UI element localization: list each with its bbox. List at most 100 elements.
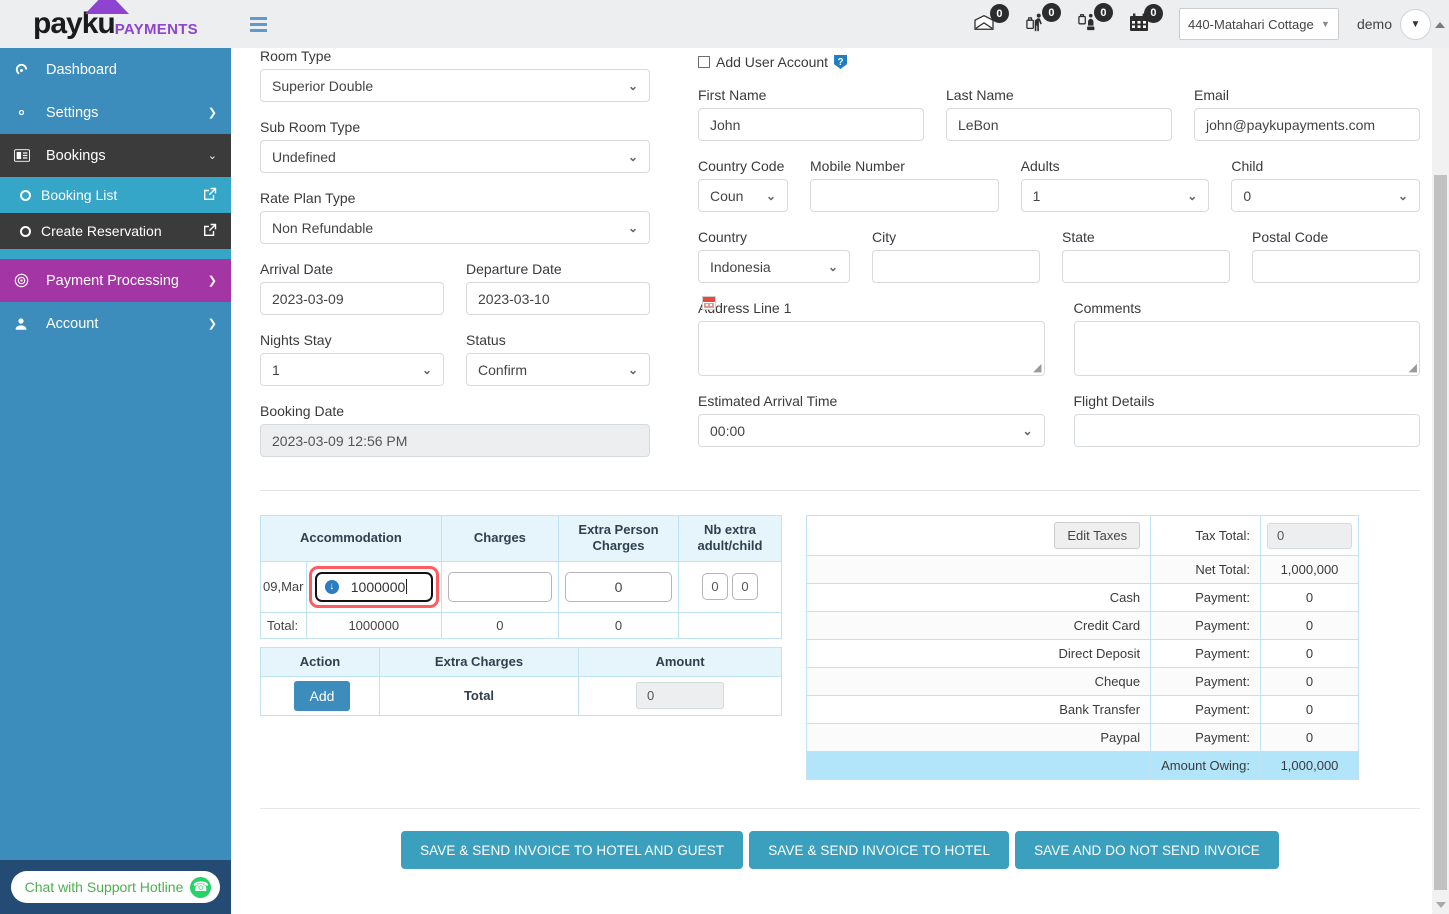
edit-taxes-cell: Edit Taxes	[805, 515, 1152, 556]
row-date-label: 09,Mar	[260, 560, 307, 613]
table-header-row: Accommodation Charges Extra Person Charg…	[260, 515, 783, 562]
nights-stay-select[interactable]: 1	[260, 353, 444, 386]
sub-room-type-select[interactable]: Undefined	[260, 140, 650, 173]
notification-arrivals[interactable]: 0	[1025, 3, 1061, 36]
totals-section: Accommodation Charges Extra Person Charg…	[260, 515, 1420, 780]
room-type-select[interactable]: Superior Double	[260, 69, 650, 102]
add-cell: Add	[293, 675, 380, 716]
first-name-value: John	[710, 116, 741, 133]
total-charges: 0	[440, 611, 560, 639]
chat-support-widget[interactable]: Chat with Support Hotline ☎	[0, 860, 231, 914]
brand-suffix: PAYMENTS	[114, 21, 198, 38]
add-user-account-checkbox[interactable]	[698, 56, 710, 68]
booking-date-label: Booking Date	[260, 403, 345, 419]
sidebar-item-create-reservation[interactable]: Create Reservation	[0, 213, 231, 249]
arrival-date-input[interactable]: 2023-03-09	[260, 282, 444, 315]
add-button[interactable]: Add	[293, 680, 351, 711]
edit-taxes-button[interactable]: Edit Taxes	[1054, 522, 1141, 549]
save-no-invoice-button[interactable]: SAVE AND DO NOT SEND INVOICE	[1015, 831, 1279, 869]
rate-plan-type-value: Non Refundable	[272, 219, 374, 236]
scroll-up-arrow-icon[interactable]	[1435, 22, 1445, 28]
child-select[interactable]: 0	[1231, 179, 1421, 212]
hotel-selector[interactable]: 440-Matahari Cottage ▼	[1178, 8, 1339, 40]
postal-code-input[interactable]	[1252, 250, 1420, 283]
form-left-column: Room Type Superior Double ⌄ Sub Room Typ…	[260, 48, 650, 457]
departure-date-input[interactable]: 2023-03-10	[466, 282, 650, 315]
circle-icon	[20, 225, 31, 237]
comments-textarea[interactable]: ◢	[1073, 321, 1420, 376]
sidebar-item-bookings[interactable]: Bookings ⌄	[0, 134, 231, 177]
estimated-arrival-time-label: Estimated Arrival Time	[698, 393, 838, 409]
payment-value: 0	[1260, 695, 1359, 724]
mobile-number-input[interactable]	[810, 179, 999, 212]
notification-departures[interactable]: 0	[1077, 3, 1113, 36]
sub-room-type-select-wrap: Undefined ⌄	[260, 140, 650, 173]
footer-divider	[260, 808, 1420, 809]
payment-label: Payment:	[1150, 667, 1261, 696]
rate-plan-type-select[interactable]: Non Refundable	[260, 211, 650, 244]
estimated-arrival-time-select-wrap: 00:00 ⌄	[698, 414, 1045, 447]
page-scrollbar[interactable]	[1432, 48, 1449, 914]
chat-support-pill[interactable]: Chat with Support Hotline ☎	[10, 871, 221, 903]
address-line-1-textarea[interactable]: ◢	[698, 321, 1045, 376]
status-select[interactable]: Confirm	[466, 353, 650, 386]
save-send-invoice-hotel-button[interactable]: SAVE & SEND INVOICE TO HOTEL	[749, 831, 1010, 869]
country-value: Indonesia	[710, 258, 771, 275]
accommodation-value: 1000000	[350, 578, 406, 595]
payments-summary: Edit Taxes Tax Total: 0 Net Total: 1,000…	[805, 515, 1359, 780]
sidebar-item-account[interactable]: Account ❯	[0, 302, 231, 345]
sidebar-item-payment-processing[interactable]: Payment Processing ❯	[0, 259, 231, 302]
circle-icon	[20, 189, 31, 201]
sidebar-item-dashboard[interactable]: Dashboard	[0, 48, 231, 91]
notification-envelope[interactable]: 0	[973, 4, 1009, 35]
city-input[interactable]	[872, 250, 1040, 283]
country-code-select[interactable]: Coun	[698, 179, 788, 212]
last-name-input[interactable]: LeBon	[946, 108, 1172, 141]
nb-extra-adult-input[interactable]: 0	[701, 573, 728, 600]
nb-extra-child-input[interactable]: 0	[731, 573, 758, 600]
extra-person-charges-input[interactable]: 0	[565, 571, 672, 602]
bookings-icon	[14, 149, 38, 162]
scrollbar-thumb[interactable]	[1434, 175, 1447, 890]
notification-calendar[interactable]: 0	[1129, 3, 1163, 36]
amount-owing-label: Amount Owing:	[1150, 751, 1261, 780]
accommodation-input[interactable]: ↓ 1000000	[314, 571, 433, 602]
notification-badge: 0	[1143, 3, 1163, 23]
adults-label: Adults	[1020, 158, 1060, 174]
first-name-input[interactable]: John	[698, 108, 924, 141]
total-extra-person-charges: 0	[558, 611, 679, 639]
payment-value: 0	[1260, 611, 1359, 640]
chat-support-label: Chat with Support Hotline	[24, 879, 184, 895]
chevron-down-icon: ▼	[1321, 19, 1330, 29]
sidebar-item-settings[interactable]: Settings ❯	[0, 91, 231, 134]
address-row: Country Indonesia ⌄ City State Postal Co…	[698, 212, 1420, 283]
flight-details-input[interactable]	[1073, 414, 1420, 447]
user-menu-button[interactable]: ▼	[1400, 8, 1431, 40]
save-send-invoice-hotel-guest-button[interactable]: SAVE & SEND INVOICE TO HOTEL AND GUEST	[401, 831, 744, 869]
state-input[interactable]	[1062, 250, 1230, 283]
add-user-account-label: Add User Account	[716, 54, 829, 70]
address-comments-row: Address Line 1 ◢ Comments ◢	[698, 283, 1420, 376]
rate-plan-type-select-wrap: Non Refundable ⌄	[260, 211, 650, 244]
last-name-label: Last Name	[946, 87, 1014, 103]
help-icon[interactable]: ?	[834, 55, 848, 69]
sidebar-item-booking-list[interactable]: Booking List	[0, 177, 231, 213]
email-label: Email	[1194, 87, 1230, 103]
charges-input[interactable]	[447, 571, 553, 602]
insert-value-icon[interactable]: ↓	[324, 579, 339, 594]
estimated-arrival-time-select[interactable]: 00:00	[698, 414, 1045, 447]
email-input[interactable]: john@paykupayments.com	[1194, 108, 1420, 141]
payment-label: Payment:	[1150, 611, 1261, 640]
brand-logo[interactable]: payku PAYMENTS	[0, 0, 231, 48]
sidebar-arrow: ❯	[207, 318, 217, 330]
country-select[interactable]: Indonesia	[698, 250, 850, 283]
scroll-down-arrow-icon[interactable]	[1436, 902, 1446, 908]
sidebar-item-label: Settings	[46, 104, 99, 121]
adults-select[interactable]: 1	[1020, 179, 1210, 212]
payment-method: Cheque	[805, 667, 1152, 696]
col-nb-extra: Nb extra adult/child	[677, 515, 783, 562]
name-email-row: First Name John Last Name LeBon Email jo…	[698, 70, 1420, 141]
menu-toggle-button[interactable]	[250, 16, 267, 32]
status-label: Status	[466, 332, 506, 348]
tax-total-input[interactable]: 0	[1267, 522, 1352, 549]
